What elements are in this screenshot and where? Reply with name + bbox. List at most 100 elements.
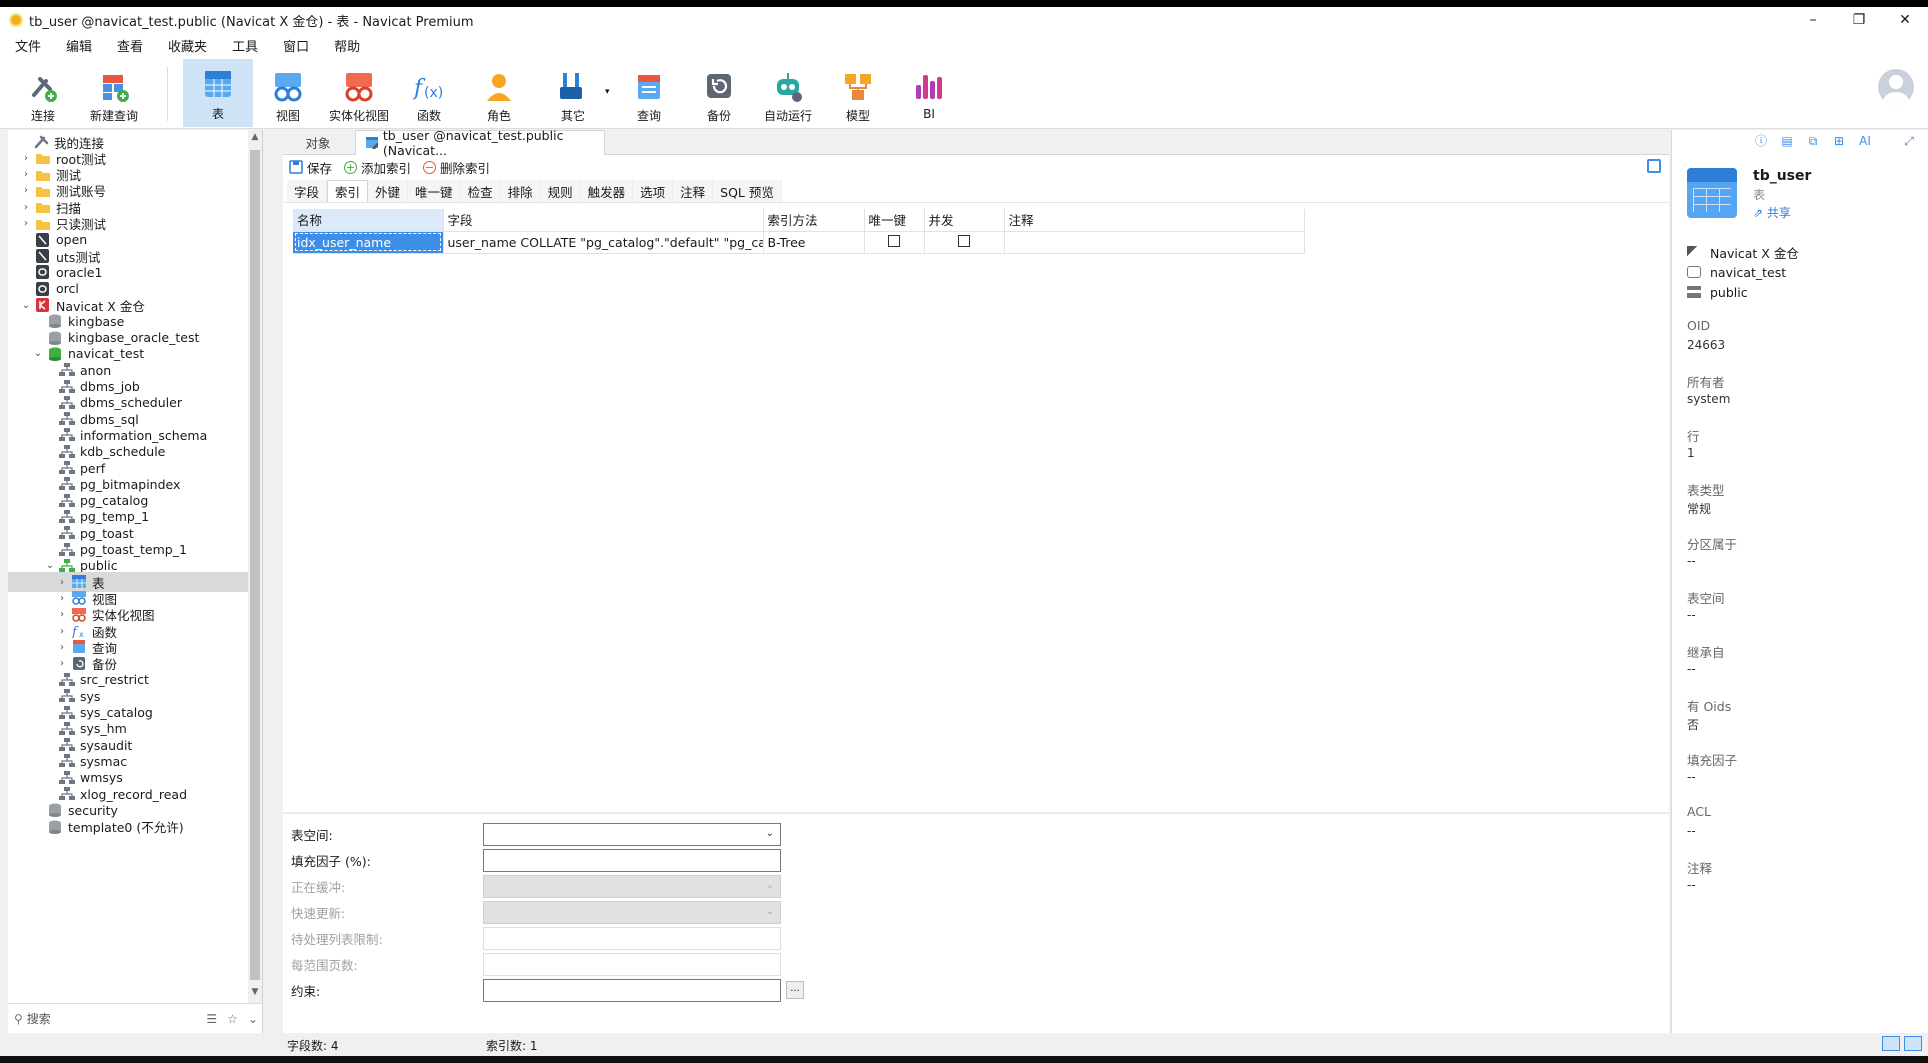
chevron-down-icon[interactable]: ⌄ xyxy=(44,560,56,571)
tab-sql-preview[interactable]: SQL 预览 xyxy=(713,180,782,202)
layout-panel-icon[interactable] xyxy=(1904,1036,1922,1051)
acl-label: ACL xyxy=(1687,804,1712,819)
scroll-up-icon[interactable]: ▲ xyxy=(248,132,262,146)
layout-split-icon[interactable] xyxy=(1882,1036,1900,1051)
user-avatar[interactable] xyxy=(1878,69,1914,105)
column-header-fields[interactable]: 字段 xyxy=(443,209,764,232)
star-icon[interactable]: ☆ xyxy=(227,1012,238,1026)
tab-comment[interactable]: 注释 xyxy=(673,180,714,202)
table-row[interactable]: idx_user_name user_name COLLATE "pg_cata… xyxy=(293,231,1305,254)
index-name-cell[interactable]: idx_user_name xyxy=(293,231,444,254)
other-dropdown-icon[interactable]: ▾ xyxy=(605,87,610,97)
column-header-concurrent[interactable]: 并发 xyxy=(924,209,1005,232)
chevron-right-icon[interactable]: › xyxy=(20,169,32,180)
new-query-button[interactable]: 新建查询 xyxy=(79,65,149,125)
maximize-button[interactable]: ❐ xyxy=(1836,7,1882,33)
tab-triggers[interactable]: 触发器 xyxy=(580,180,634,202)
bi-button[interactable]: BI xyxy=(894,65,964,125)
has-oids-label: 有 Oids xyxy=(1687,699,1732,714)
fillfactor-input[interactable] xyxy=(483,848,781,872)
automation-button[interactable]: 自动运行 xyxy=(753,65,823,125)
tab-options[interactable]: 选项 xyxy=(633,180,674,202)
chevron-right-icon[interactable]: › xyxy=(56,658,68,669)
chevron-right-icon[interactable]: › xyxy=(20,153,32,164)
add-index-button[interactable]: + 添加索引 xyxy=(344,158,411,177)
chevron-right-icon[interactable]: › xyxy=(56,593,68,604)
menu-edit[interactable]: 编辑 xyxy=(57,36,101,55)
minimize-button[interactable]: – xyxy=(1790,7,1836,33)
share-link[interactable]: ⇗ 共享 xyxy=(1753,204,1791,221)
chevron-down-icon[interactable]: ⌄ xyxy=(20,300,32,311)
column-header-comment[interactable]: 注释 xyxy=(1004,209,1305,232)
tab-fields[interactable]: 字段 xyxy=(287,180,328,202)
function-button[interactable]: f (x) 函数 xyxy=(394,65,464,125)
table-button[interactable]: 表 xyxy=(183,59,253,127)
column-header-name[interactable]: 名称 xyxy=(293,209,444,232)
tab-unique-keys[interactable]: 唯一键 xyxy=(408,180,461,202)
tab-excludes[interactable]: 排除 xyxy=(500,180,541,202)
menu-view[interactable]: 查看 xyxy=(108,36,152,55)
column-header-unique[interactable]: 唯一键 xyxy=(864,209,925,232)
tab-objects[interactable]: 对象 xyxy=(283,130,353,155)
tablespace-select[interactable]: ⌄ xyxy=(483,822,781,846)
model-button[interactable]: 模型 xyxy=(823,65,893,125)
unique-checkbox[interactable] xyxy=(888,234,900,247)
tab-tb-user[interactable]: tb_user @navicat_test.public (Navicat... xyxy=(355,128,605,158)
collapse-icon[interactable]: ⌄ xyxy=(248,1012,258,1026)
tab-indexes[interactable]: 索引 xyxy=(327,180,369,202)
info-icon[interactable]: ⓘ xyxy=(1754,134,1768,148)
scroll-down-icon[interactable]: ▼ xyxy=(248,987,262,1001)
delete-index-button[interactable]: − 删除索引 xyxy=(423,158,490,177)
constraint-input[interactable] xyxy=(483,978,781,1002)
filter-icon[interactable]: ☰ xyxy=(206,1012,217,1026)
connect-button[interactable]: 连接 xyxy=(8,65,78,125)
view-button[interactable]: 视图 xyxy=(253,65,323,125)
tree-item[interactable]: template0 (不允许) xyxy=(8,817,262,837)
tab-rules[interactable]: 规则 xyxy=(540,180,581,202)
scrollbar-thumb[interactable] xyxy=(250,150,260,980)
menu-help[interactable]: 帮助 xyxy=(325,36,369,55)
save-button[interactable]: 保存 xyxy=(289,158,332,177)
chevron-right-icon[interactable]: › xyxy=(56,626,68,637)
chevron-right-icon[interactable]: › xyxy=(20,185,32,196)
menu-favorites[interactable]: 收藏夹 xyxy=(159,36,216,55)
concurrent-checkbox[interactable] xyxy=(958,234,970,247)
ddl-icon[interactable]: ▤ xyxy=(1780,134,1794,148)
fullscreen-icon[interactable] xyxy=(1647,159,1661,173)
chevron-right-icon[interactable]: › xyxy=(56,609,68,620)
preview-icon[interactable]: ⊞ xyxy=(1832,134,1846,148)
chevron-right-icon[interactable]: › xyxy=(56,642,68,653)
tab-checks[interactable]: 检查 xyxy=(460,180,501,202)
er-diagram-icon[interactable]: ⧉ xyxy=(1806,134,1820,148)
index-fields-cell[interactable]: user_name COLLATE "pg_catalog"."default"… xyxy=(443,231,764,254)
tab-foreign-keys[interactable]: 外键 xyxy=(368,180,409,202)
concurrent-cell[interactable] xyxy=(924,231,1005,254)
chevron-right-icon[interactable]: › xyxy=(20,218,32,229)
role-button[interactable]: 角色 xyxy=(464,65,534,125)
unique-cell[interactable] xyxy=(864,231,925,254)
tree-search-bar[interactable]: ⚲ 搜索 ☰ ☆ ⌄ xyxy=(8,1003,262,1033)
chevron-right-icon[interactable]: › xyxy=(20,202,32,213)
chevron-down-icon[interactable]: ⌄ xyxy=(32,348,44,359)
close-button[interactable]: ✕ xyxy=(1882,7,1928,33)
other-button[interactable]: 其它 xyxy=(538,65,608,125)
column-header-method[interactable]: 索引方法 xyxy=(763,209,865,232)
menu-file[interactable]: 文件 xyxy=(6,36,50,55)
query-button[interactable]: 查询 xyxy=(614,65,684,125)
schema-icon xyxy=(59,363,75,377)
expand-panel-icon[interactable]: ⤢ xyxy=(1902,134,1916,148)
index-comment-cell[interactable] xyxy=(1004,231,1305,254)
oracle-connection-icon xyxy=(35,281,51,296)
tree-scrollbar[interactable]: ▲ ▼ xyxy=(248,130,262,1003)
navicat-logo-icon xyxy=(9,13,23,27)
acl-value: -- xyxy=(1687,824,1696,838)
menu-window[interactable]: 窗口 xyxy=(274,36,318,55)
ai-button[interactable]: AI xyxy=(1858,134,1872,148)
materialized-view-button[interactable]: 实体化视图 xyxy=(323,65,395,125)
search-input[interactable]: 搜索 xyxy=(27,1010,51,1027)
constraint-ellipsis-button[interactable]: ... xyxy=(786,981,804,999)
index-method-cell[interactable]: B-Tree xyxy=(763,231,865,254)
menu-tools[interactable]: 工具 xyxy=(223,36,267,55)
backup-button[interactable]: 备份 xyxy=(684,65,754,125)
chevron-right-icon[interactable]: › xyxy=(56,577,68,588)
